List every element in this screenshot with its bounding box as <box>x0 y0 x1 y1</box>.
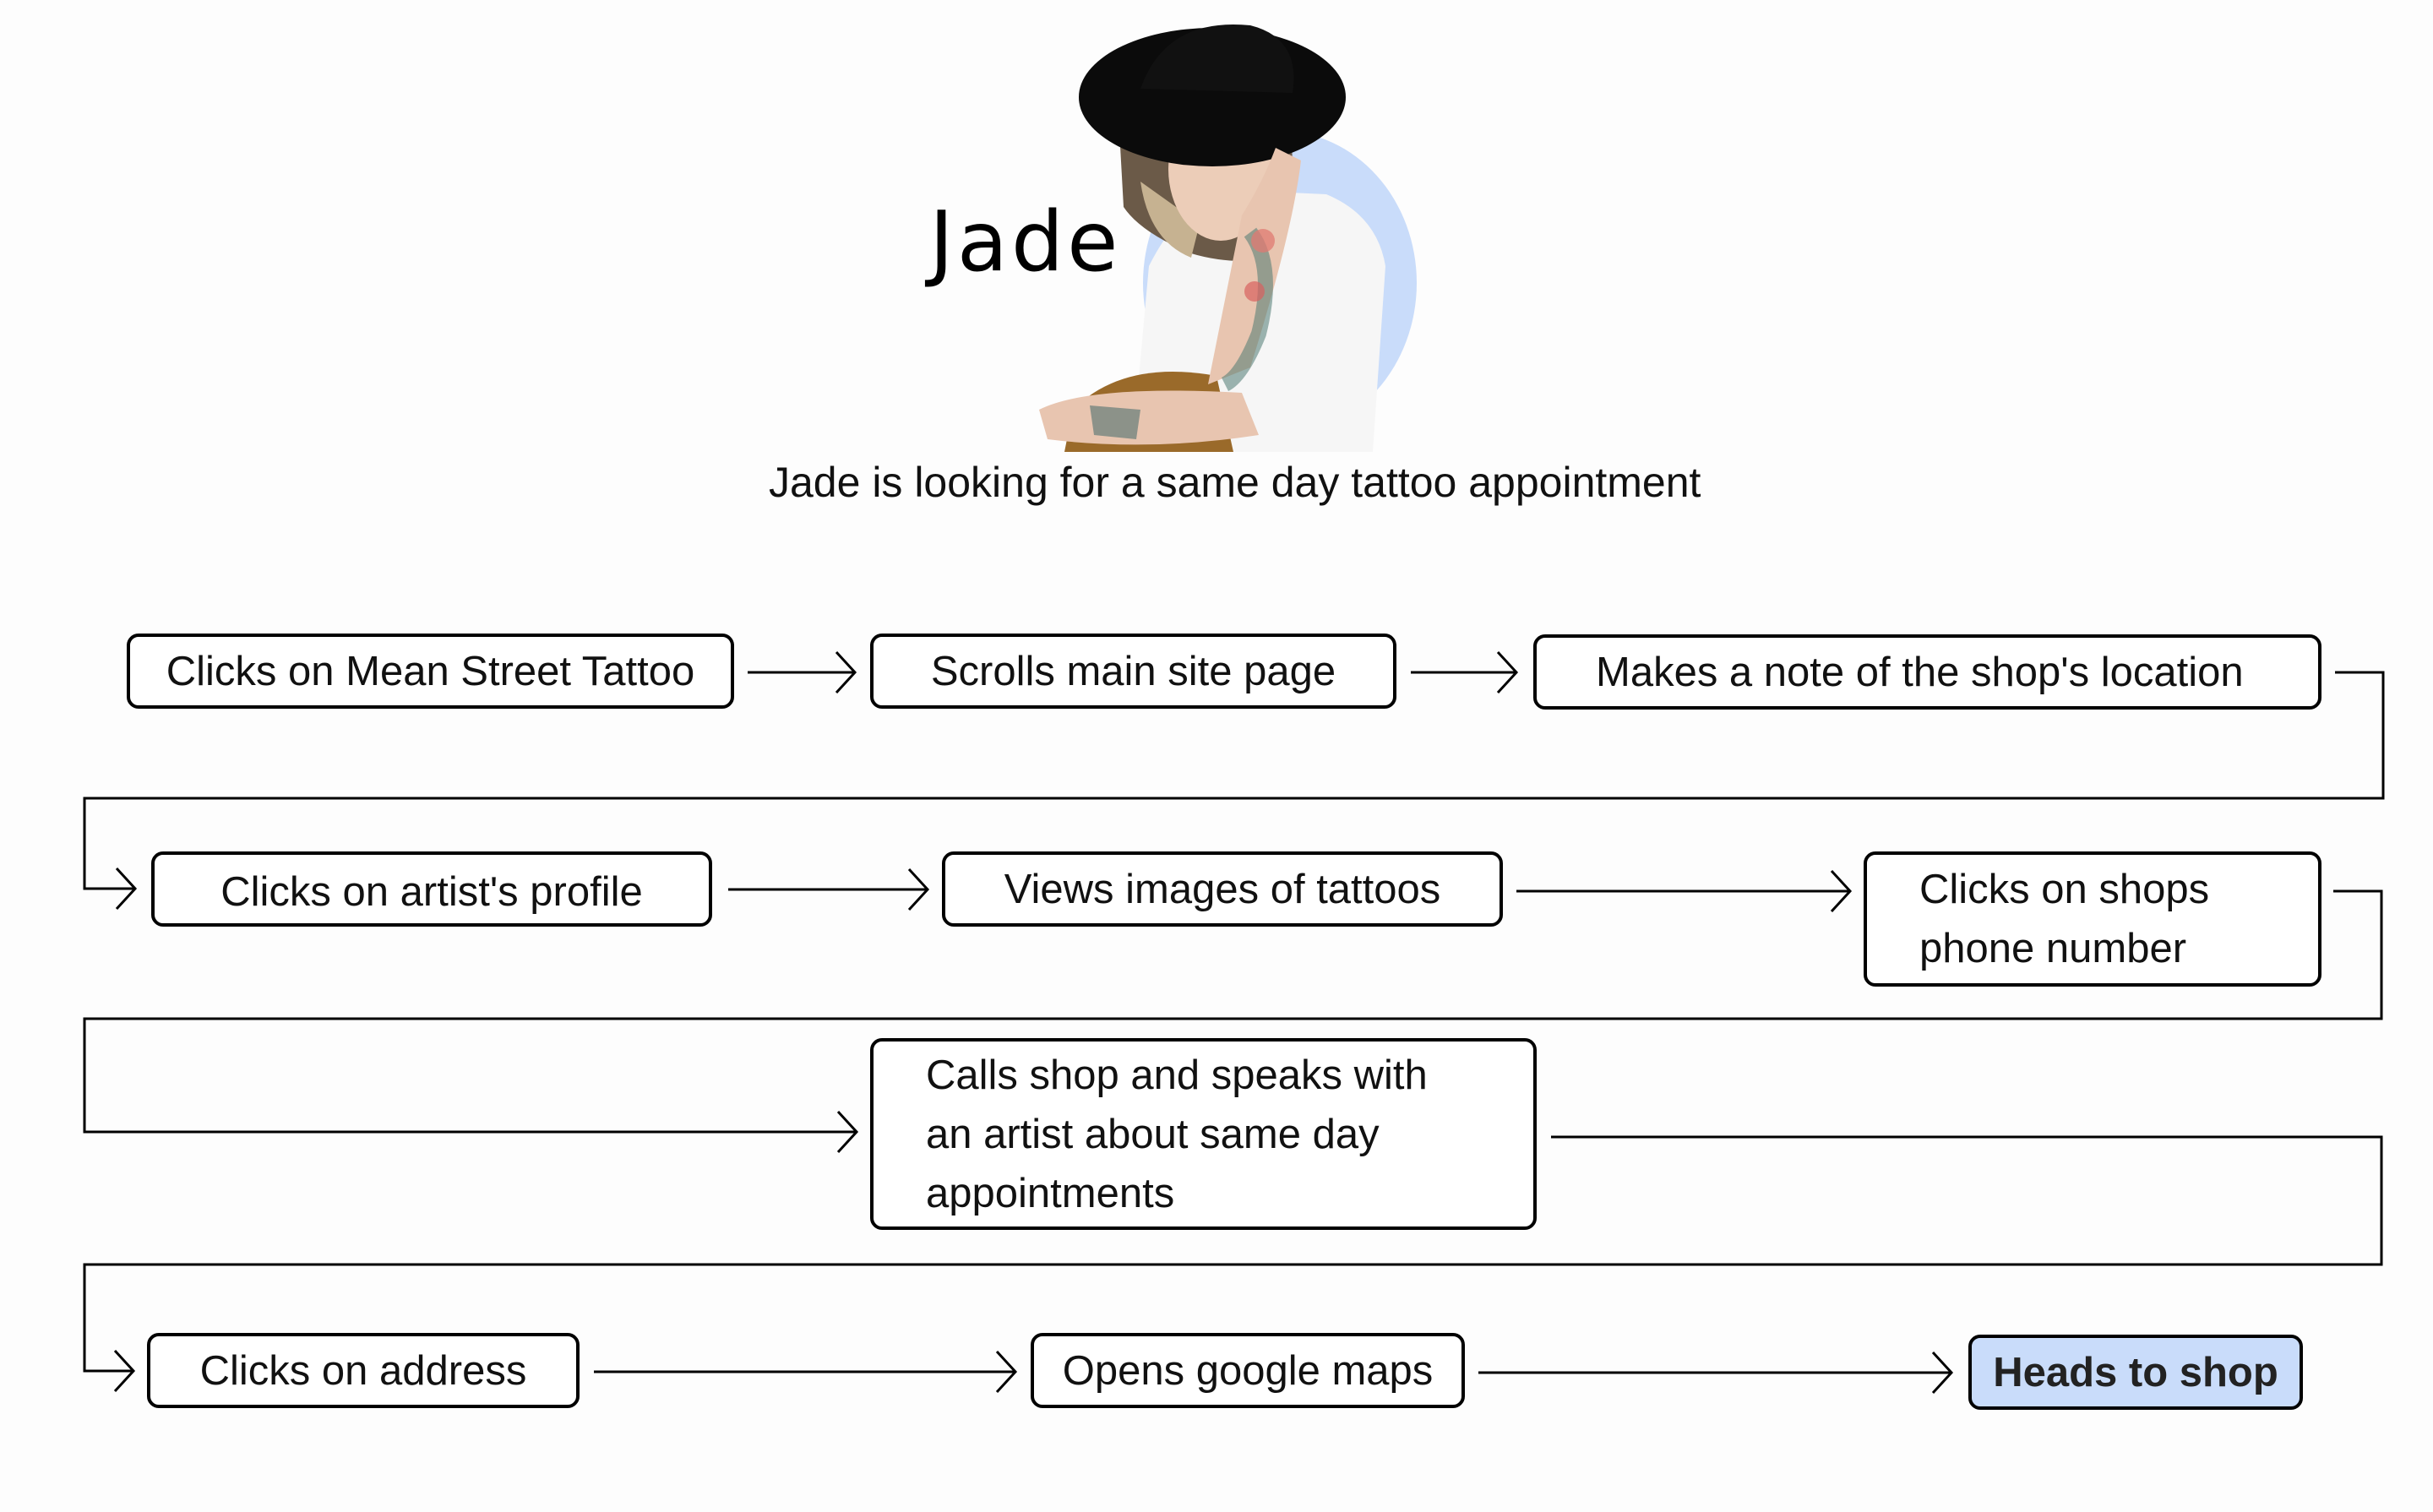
flow-step-label: Clicks on artist's profile <box>220 868 643 915</box>
flow-step-label-line: Calls shop and speaks with <box>926 1052 1428 1098</box>
persona-description: Jade is looking for a same day tattoo ap… <box>769 459 1701 506</box>
flow-step-6[interactable]: Clicks on shops phone number <box>1864 851 2321 987</box>
flow-step-label-line: Clicks on shops <box>1919 867 2210 912</box>
flow-step-label: Scrolls main site page <box>930 648 1336 694</box>
flow-step-label-line: phone number <box>1919 926 2187 971</box>
flow-step-label-line: an artist about same day <box>926 1111 1380 1157</box>
persona-name: Jade <box>929 194 1122 291</box>
flow-step-7[interactable]: Calls shop and speaks with an artist abo… <box>870 1038 1537 1230</box>
flow-step-label: Clicks on address <box>199 1347 527 1394</box>
flow-step-label: Clicks on Mean Street Tattoo <box>166 648 695 694</box>
flow-step-9[interactable]: Opens google maps <box>1031 1333 1465 1408</box>
flow-step-5[interactable]: Views images of tattoos <box>942 851 1503 927</box>
flow-step-8[interactable]: Clicks on address <box>147 1333 580 1408</box>
flow-step-2[interactable]: Scrolls main site page <box>870 634 1396 709</box>
flow-step-label: Opens google maps <box>1062 1347 1434 1394</box>
flow-step-3[interactable]: Makes a note of the shop's location <box>1533 634 2321 710</box>
flow-step-1[interactable]: Clicks on Mean Street Tattoo <box>127 634 734 709</box>
flow-step-4[interactable]: Clicks on artist's profile <box>151 851 712 927</box>
flow-step-label-line: appointments <box>926 1170 1175 1216</box>
flow-step-label: Makes a note of the shop's location <box>1596 649 2244 695</box>
flow-step-label: Views images of tattoos <box>1004 866 1441 912</box>
flow-step-label: Heads to shop <box>1993 1349 2278 1395</box>
flow-step-10-final[interactable]: Heads to shop <box>1968 1335 2303 1410</box>
